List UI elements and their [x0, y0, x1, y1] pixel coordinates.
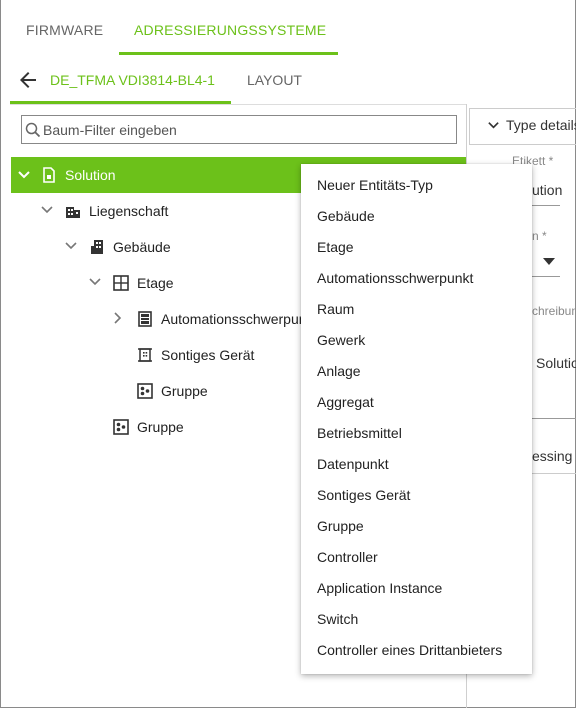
- chevron-right-icon[interactable]: [111, 311, 125, 325]
- menu-item[interactable]: Etage: [301, 232, 532, 263]
- type-details-title: Type details: [506, 117, 576, 133]
- tree-node-sontiges-geraet[interactable]: Sontiges Gerät: [0, 337, 300, 373]
- tree-node-gruppe[interactable]: Gruppe: [0, 409, 300, 445]
- menu-item[interactable]: Datenpunkt: [301, 449, 532, 480]
- menu-item[interactable]: Sontiges Gerät: [301, 480, 532, 511]
- group-icon: [137, 383, 153, 399]
- tree-node-label: Gebäude: [113, 239, 171, 255]
- tree-filter-input[interactable]: [43, 119, 448, 140]
- menu-item[interactable]: Aggregat: [301, 387, 532, 418]
- beschreibung-value[interactable]: Solutio: [536, 355, 576, 371]
- beschreibung-label: chreibun: [532, 304, 576, 318]
- menu-item[interactable]: Switch: [301, 604, 532, 635]
- menu-item[interactable]: Application Instance: [301, 573, 532, 604]
- tree-node-label: Gruppe: [161, 383, 208, 399]
- tab-adressierungssysteme[interactable]: ADRESSIERUNGSSYSTEME: [134, 22, 326, 38]
- menu-item[interactable]: Neuer Entitäts-Typ: [301, 170, 532, 201]
- menu-item[interactable]: Gruppe: [301, 511, 532, 542]
- tree-node-etage[interactable]: Etage: [0, 265, 300, 301]
- device-icon: [138, 348, 152, 362]
- menu-item[interactable]: Controller eines Drittanbieters: [301, 635, 532, 666]
- dropdown-arrow-icon[interactable]: [543, 258, 555, 266]
- etikett-value[interactable]: ution: [532, 182, 562, 198]
- menu-item[interactable]: Betriebsmittel: [301, 418, 532, 449]
- tree-node-label: Automationsschwerpunkt: [161, 311, 301, 327]
- chevron-down-icon[interactable]: [17, 168, 31, 182]
- tree-node-gebaeude[interactable]: Gebäude: [0, 229, 300, 265]
- divider: [10, 104, 466, 105]
- menu-item[interactable]: Raum: [301, 294, 532, 325]
- tree-node-label: Liegenschaft: [89, 203, 169, 219]
- tab-layout[interactable]: LAYOUT: [247, 72, 302, 88]
- menu-item[interactable]: Gebäude: [301, 201, 532, 232]
- tree-filter: [21, 115, 457, 144]
- tab-addressing-system[interactable]: DE_TFMA VDI3814-BL4-1: [50, 72, 215, 88]
- building-icon: [91, 240, 103, 254]
- menu-item[interactable]: Automationsschwerpunkt: [301, 263, 532, 294]
- search-icon: [25, 122, 41, 138]
- chevron-down-icon[interactable]: [88, 275, 102, 289]
- menu-item[interactable]: Gewerk: [301, 325, 532, 356]
- chevron-down-icon[interactable]: [40, 203, 54, 217]
- tree-node-gruppe-child[interactable]: Gruppe: [0, 373, 300, 409]
- context-menu: Neuer Entitäts-Typ Gebäude Etage Automation…: [301, 164, 532, 674]
- tree-node-label: Solution: [65, 167, 116, 183]
- tree-node-liegenschaft[interactable]: Liegenschaft: [0, 193, 300, 229]
- tree-node-label: Etage: [137, 275, 174, 291]
- tab-firmware[interactable]: FIRMWARE: [26, 22, 103, 38]
- back-arrow-icon[interactable]: [16, 68, 40, 92]
- menu-item[interactable]: Controller: [301, 542, 532, 573]
- addressing-value[interactable]: essing: [532, 448, 572, 464]
- document-icon: [43, 167, 55, 183]
- menu-item[interactable]: Anlage: [301, 356, 532, 387]
- chevron-down-icon[interactable]: [64, 239, 78, 253]
- tree-node-label: Gruppe: [137, 419, 184, 435]
- tree-node-label: Sontiges Gerät: [161, 347, 255, 363]
- building-icon: [66, 207, 80, 218]
- field2-label: n *: [532, 229, 547, 243]
- floor-icon: [113, 275, 129, 291]
- chevron-down-icon[interactable]: [487, 119, 500, 132]
- cabinet-icon: [138, 311, 152, 327]
- group-icon: [113, 419, 129, 435]
- tree-node-automationsschwerpunkt[interactable]: Automationsschwerpunkt: [0, 301, 301, 337]
- tab-active-indicator: [119, 52, 338, 55]
